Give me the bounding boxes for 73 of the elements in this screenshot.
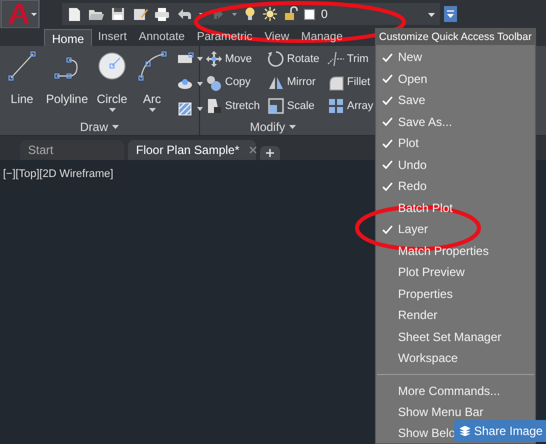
rotate-icon bbox=[267, 50, 285, 68]
plus-icon bbox=[266, 149, 274, 157]
line-icon bbox=[6, 50, 38, 82]
fillet-icon bbox=[327, 74, 345, 92]
scale-tool-button[interactable]: Scale bbox=[267, 97, 327, 116]
app-logo-icon[interactable] bbox=[0, 0, 40, 28]
dropdown-arrow-icon bbox=[446, 9, 455, 19]
menu-item[interactable]: Redo bbox=[376, 176, 535, 198]
menu-title: Customize Quick Access Toolbar bbox=[376, 29, 535, 45]
caret-icon[interactable] bbox=[197, 57, 204, 61]
circle-icon bbox=[96, 50, 128, 82]
menu-item[interactable]: Undo bbox=[376, 154, 535, 176]
move-tool-button[interactable]: Move bbox=[205, 50, 267, 68]
caret-icon bbox=[289, 124, 296, 130]
save-icon[interactable] bbox=[110, 6, 126, 22]
new-file-icon[interactable] bbox=[66, 6, 82, 22]
hatch-icon[interactable] bbox=[176, 100, 194, 118]
menu-item[interactable]: Render bbox=[376, 304, 535, 326]
menu-item[interactable]: New bbox=[376, 46, 535, 68]
ribbon-tab[interactable]: Annotate bbox=[132, 29, 191, 46]
stretch-tool-button[interactable]: Stretch bbox=[205, 97, 267, 116]
menu-item[interactable]: Save As... bbox=[376, 111, 535, 133]
layers-icon bbox=[460, 426, 470, 436]
caret-icon[interactable] bbox=[197, 107, 204, 111]
stretch-icon bbox=[205, 97, 223, 116]
menu-item[interactable]: Save bbox=[376, 90, 535, 112]
document-tab[interactable]: Start bbox=[20, 140, 124, 160]
panel-title[interactable]: Modify bbox=[203, 119, 343, 135]
menu-item[interactable]: Sheet Set Manager bbox=[376, 326, 535, 348]
mirror-tool-button[interactable]: Mirror bbox=[267, 74, 327, 92]
sun-icon[interactable] bbox=[262, 6, 278, 22]
array-icon bbox=[327, 97, 345, 116]
arc-icon bbox=[136, 50, 168, 82]
caret-icon bbox=[112, 124, 119, 130]
arc-tool-button[interactable]: Arc bbox=[134, 50, 170, 113]
viewport-label[interactable]: [−][Top][2D Wireframe] bbox=[3, 168, 114, 180]
caret-icon[interactable] bbox=[197, 82, 204, 86]
print-icon[interactable] bbox=[154, 6, 170, 22]
copy-icon bbox=[205, 74, 223, 92]
menu-item[interactable]: Plot bbox=[376, 132, 535, 154]
menu-item[interactable]: Batch Plot bbox=[376, 197, 535, 219]
trim-tool-button[interactable]: Trim bbox=[327, 50, 375, 68]
scale-icon bbox=[267, 97, 285, 116]
padlock-icon[interactable] bbox=[284, 6, 298, 22]
menu-item[interactable]: Show Menu Bar bbox=[376, 401, 535, 422]
line-tool-button[interactable]: Line bbox=[4, 50, 40, 108]
polyline-tool-button[interactable]: Polyline bbox=[44, 50, 90, 108]
fillet-tool-button[interactable]: Fillet bbox=[327, 74, 375, 92]
share-image-button[interactable]: Share Image bbox=[454, 420, 546, 442]
circle-tool-button[interactable]: Circle bbox=[94, 50, 130, 113]
lightbulb-icon[interactable] bbox=[244, 6, 256, 22]
ribbon-tab[interactable]: Home bbox=[44, 29, 92, 46]
panel-title[interactable]: Draw bbox=[0, 119, 199, 135]
menu-item[interactable]: Plot Preview bbox=[376, 262, 535, 284]
menu-item[interactable]: Open bbox=[376, 68, 535, 90]
menu-item[interactable]: Properties bbox=[376, 283, 535, 305]
document-tab[interactable]: Floor Plan Sample* bbox=[128, 140, 256, 160]
customize-toolbar-button[interactable] bbox=[444, 6, 457, 22]
move-icon bbox=[205, 50, 223, 68]
ribbon-tab[interactable]: Insert bbox=[92, 29, 133, 46]
array-tool-button[interactable]: Array bbox=[327, 97, 375, 116]
caret-icon bbox=[108, 108, 116, 113]
menu-item[interactable]: Layer bbox=[376, 218, 535, 240]
close-icon[interactable] bbox=[249, 146, 258, 154]
copy-tool-button[interactable]: Copy bbox=[205, 74, 267, 92]
caret-icon bbox=[148, 108, 156, 113]
new-tab-button[interactable] bbox=[260, 146, 280, 160]
trim-icon bbox=[327, 50, 345, 68]
menu-item[interactable]: More Commands... bbox=[376, 380, 535, 402]
menu-item[interactable]: Workspace bbox=[376, 348, 535, 370]
color-swatch-icon bbox=[304, 8, 315, 20]
save-as-icon[interactable] bbox=[132, 6, 148, 22]
rotate-tool-button[interactable]: Rotate bbox=[267, 50, 327, 68]
